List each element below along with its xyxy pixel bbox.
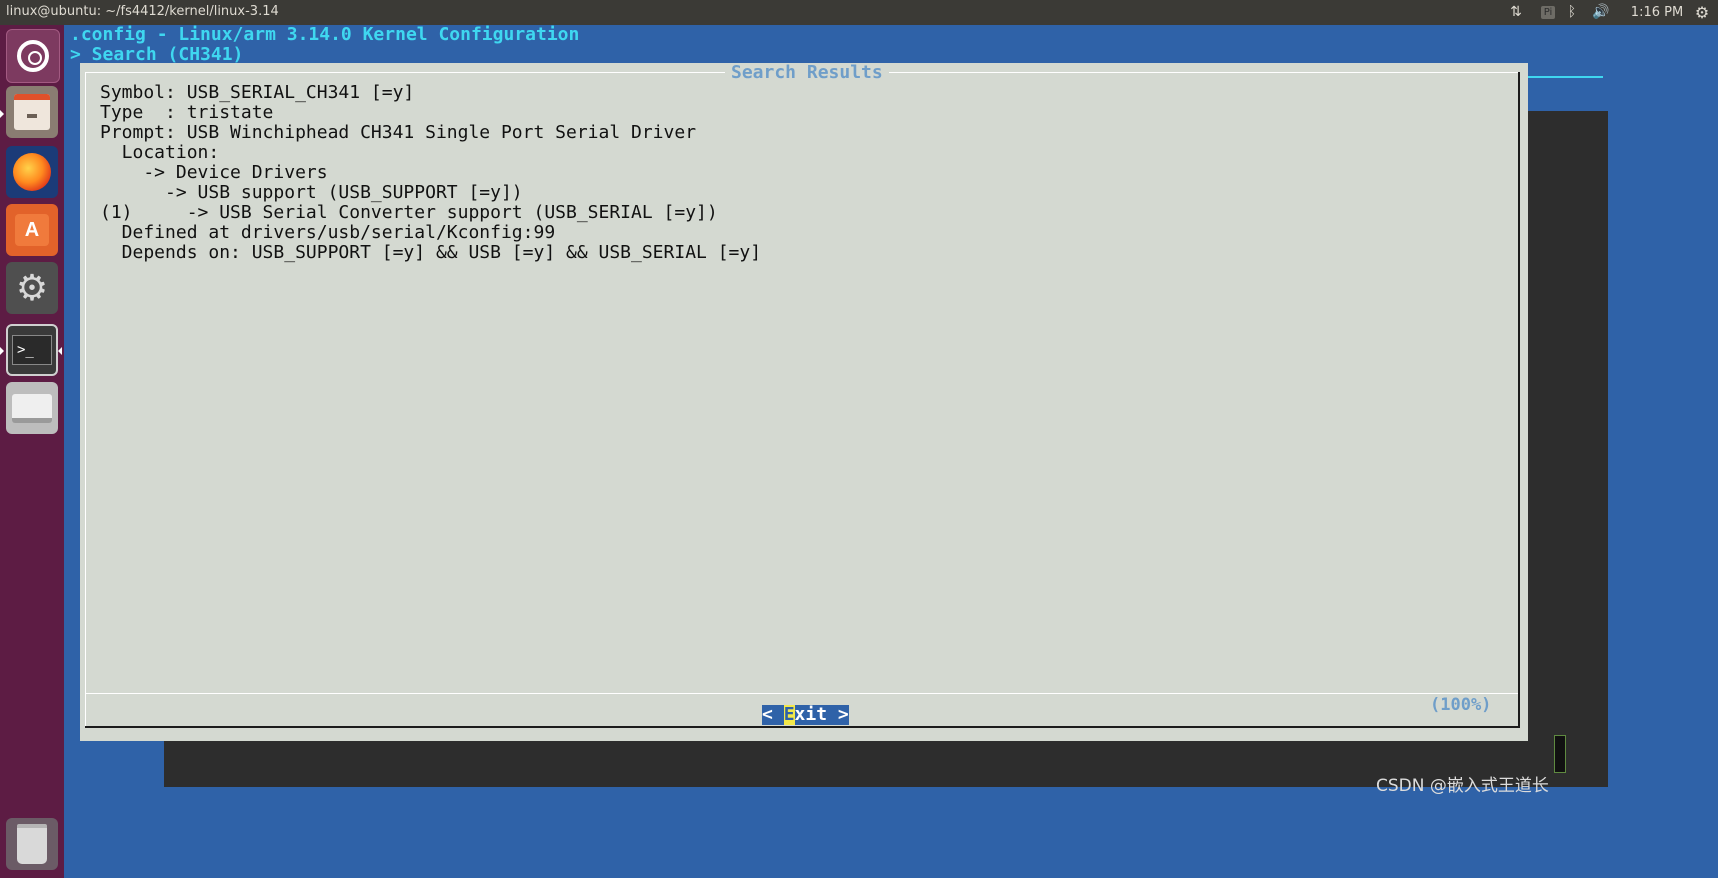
volume-icon[interactable]: 🔊: [1590, 2, 1612, 22]
launcher-item-drive[interactable]: [6, 382, 58, 434]
dialog-border-left: [85, 72, 86, 726]
result-line-usb-serial-jump[interactable]: (1) -> USB Serial Converter support (USB…: [100, 203, 718, 223]
exit-button-hotkey: E: [783, 704, 795, 725]
trash-icon: [17, 824, 47, 864]
launcher-item-ubuntu-dash[interactable]: [6, 29, 60, 83]
result-line-prompt: Prompt: USB Winchiphead CH341 Single Por…: [100, 122, 697, 143]
network-icon[interactable]: ⇅: [1507, 2, 1525, 22]
file-cabinet-icon: [14, 94, 50, 130]
launcher-item-trash[interactable]: [6, 818, 58, 870]
launcher: A ⚙ >_: [0, 25, 65, 878]
scroll-marker: [1554, 735, 1566, 773]
keyboard-layout-label: Pi: [1540, 5, 1556, 19]
dialog-border-bottom: [85, 726, 1520, 728]
terminal-icon: >_: [12, 335, 52, 365]
menuconfig-title: .config - Linux/arm 3.14.0 Kernel Config…: [70, 24, 580, 45]
window-title: linux@ubuntu: ~/fs4412/kernel/linux-3.14: [6, 4, 279, 19]
result-line-symbol: Symbol: USB_SERIAL_CH341 [=y]: [100, 82, 415, 103]
clock[interactable]: 1:16 PM: [1627, 2, 1687, 22]
breadcrumb: > Search (CH341): [70, 44, 244, 65]
result-line-location: Location:: [100, 142, 220, 163]
bluetooth-icon[interactable]: ᛒ: [1565, 2, 1579, 22]
terminal-window[interactable]: .config - Linux/arm 3.14.0 Kernel Config…: [64, 25, 1718, 878]
search-results-dialog: Search Results Symbol: USB_SERIAL_CH341 …: [80, 63, 1528, 741]
result-line-defined-at: Defined at drivers/usb/serial/Kconfig:99: [100, 222, 556, 243]
dialog-border-right: [1518, 72, 1520, 727]
top-panel: linux@ubuntu: ~/fs4412/kernel/linux-3.14…: [0, 0, 1718, 25]
running-indicator-icon: [0, 347, 4, 355]
exit-button-left: <: [762, 704, 784, 725]
dialog-separator: [86, 693, 1518, 694]
ubuntu-logo-icon: [17, 40, 49, 72]
focused-indicator-icon: [58, 347, 62, 355]
launcher-item-terminal[interactable]: >_: [6, 324, 58, 376]
exit-button-rest: xit >: [794, 704, 849, 725]
running-indicator-icon: [0, 110, 4, 118]
exit-button[interactable]: < Exit >: [762, 705, 849, 725]
firefox-icon: [13, 153, 51, 191]
result-line-usb-support: -> USB support (USB_SUPPORT [=y]): [100, 182, 523, 203]
shopping-bag-icon: A: [15, 214, 49, 246]
watermark: CSDN @嵌入式王道长: [1376, 776, 1549, 796]
launcher-item-files[interactable]: [6, 86, 58, 138]
result-line-type: Type : tristate: [100, 102, 274, 123]
launcher-item-software-center[interactable]: A: [6, 204, 58, 256]
drive-icon: [12, 393, 52, 423]
gear-wrench-icon: ⚙: [15, 267, 49, 309]
system-menu-gear-icon[interactable]: ⚙: [1690, 2, 1714, 22]
launcher-item-system-settings[interactable]: ⚙: [6, 262, 58, 314]
dialog-title: Search Results: [725, 63, 889, 83]
result-line-device-drivers: -> Device Drivers: [100, 162, 328, 183]
result-line-depends-on: Depends on: USB_SUPPORT [=y] && USB [=y]…: [100, 242, 762, 263]
keyboard-layout-indicator[interactable]: Pi: [1538, 2, 1558, 22]
launcher-item-firefox[interactable]: [6, 146, 58, 198]
scroll-percent: (100%): [1430, 695, 1492, 715]
